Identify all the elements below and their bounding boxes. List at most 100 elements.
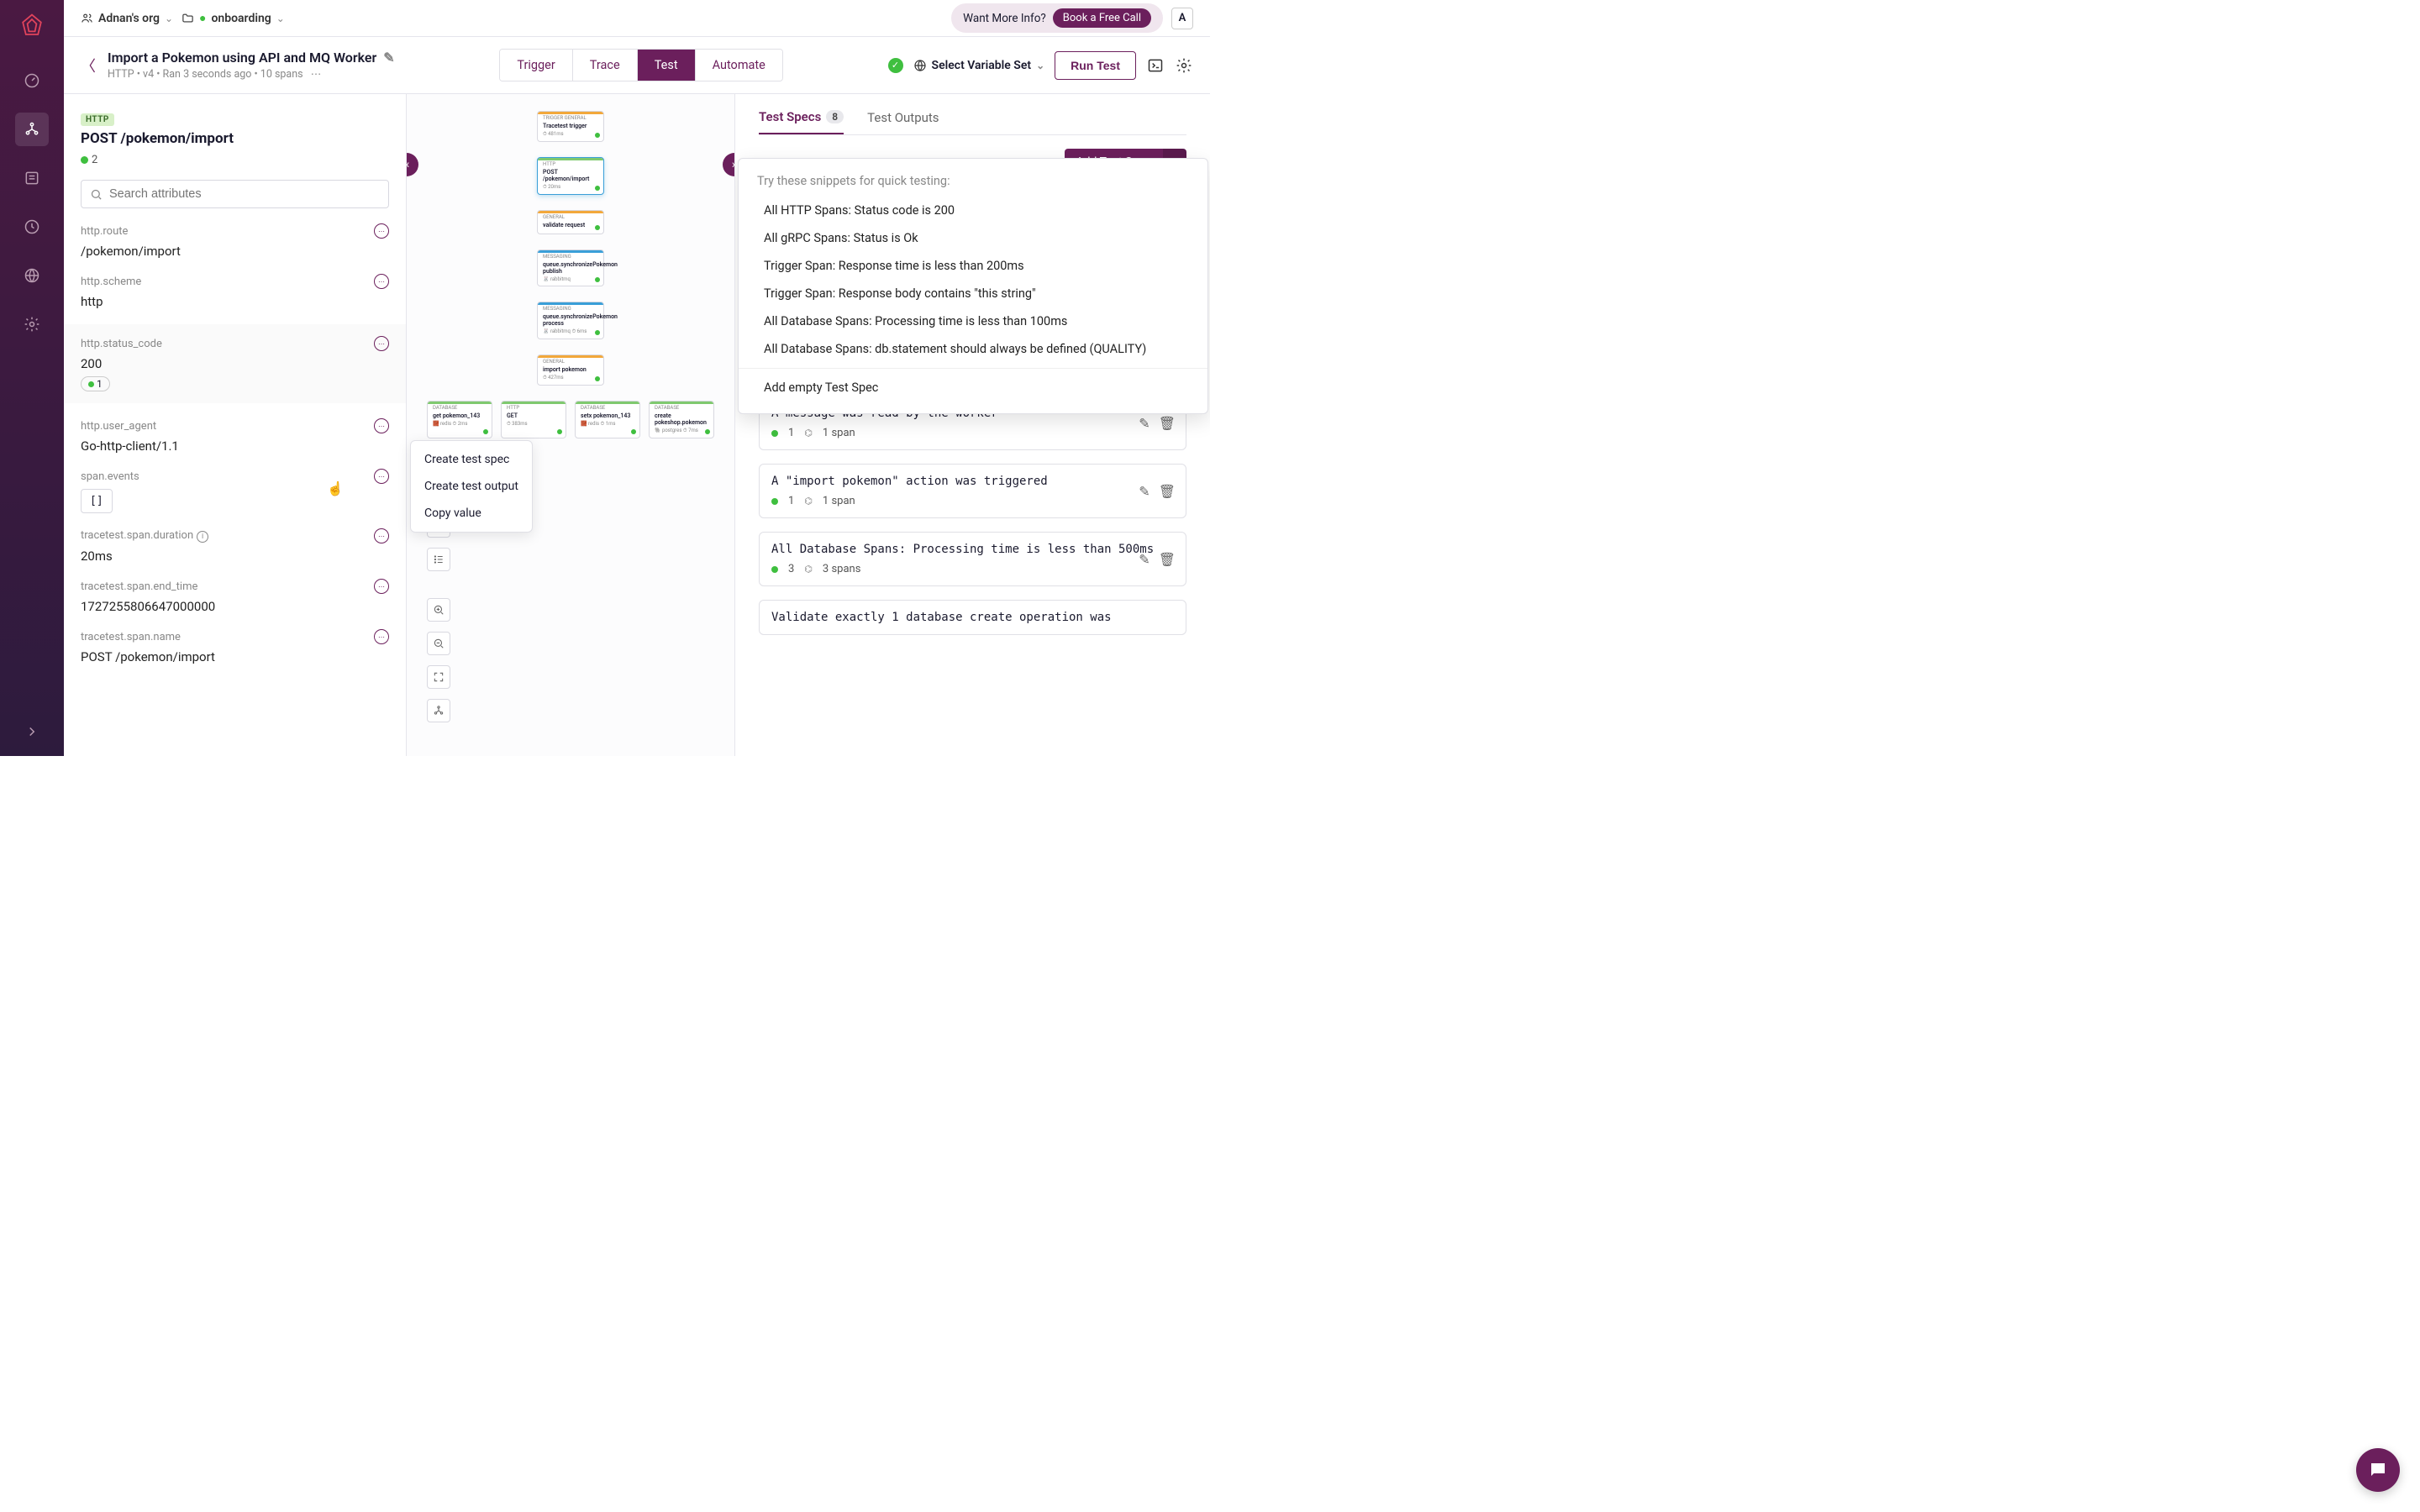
nav-dashboard-icon[interactable] xyxy=(15,64,49,97)
sidebar-expand-button[interactable] xyxy=(24,724,39,739)
relayout-icon[interactable] xyxy=(427,699,450,722)
trace-node-leaf[interactable]: DATABASEcreate pokeshop.pokemon🐘 postgre… xyxy=(649,401,714,438)
attr-span-name: tracetest.span.name⋯ POST /pokemon/impor… xyxy=(81,629,389,664)
attr-span-end-time: tracetest.span.end_time⋯ 172725580664700… xyxy=(81,579,389,614)
tab-trace[interactable]: Trace xyxy=(573,50,638,81)
nav-tests-icon[interactable] xyxy=(15,113,49,146)
info-pill: Want More Info? Book a Free Call xyxy=(951,3,1163,33)
test-subtitle: HTTP • v4 • Ran 3 seconds ago • 10 spans… xyxy=(108,67,395,81)
trace-node-http[interactable]: HTTPPOST /pokemon/import⏱ 20ms xyxy=(537,157,604,195)
trace-node-leaf[interactable]: DATABASEsetx pokemon_143🧱 redis ⏱ 1ms xyxy=(575,401,640,438)
nav-suites-icon[interactable] xyxy=(15,161,49,195)
add-spec-dropdown: Try these snippets for quick testing: Al… xyxy=(738,158,1208,414)
snippet-item[interactable]: All gRPC Spans: Status is Ok xyxy=(739,224,1207,252)
snippet-item[interactable]: All HTTP Spans: Status code is 200 xyxy=(739,197,1207,224)
spec-card[interactable]: A "import pokemon" action was triggered … xyxy=(759,464,1186,518)
zoom-out-icon[interactable] xyxy=(427,632,450,655)
ctx-copy-value[interactable]: Copy value xyxy=(411,500,532,527)
attr-http-scheme: http.scheme⋯ http xyxy=(81,274,389,309)
tab-test-outputs[interactable]: Test Outputs xyxy=(867,109,939,134)
ctx-create-test-spec[interactable]: Create test spec xyxy=(411,446,532,473)
nav-environments-icon[interactable] xyxy=(15,259,49,292)
delete-spec-icon[interactable]: 🗑 xyxy=(1159,483,1176,499)
trace-tree: TRIGGER GENERALTracetest trigger⏱ 481ms … xyxy=(419,111,722,438)
edit-spec-icon[interactable]: ✎ xyxy=(1139,551,1150,567)
tab-automate[interactable]: Automate xyxy=(696,50,782,81)
add-empty-spec-item[interactable]: Add empty Test Spec xyxy=(739,374,1207,402)
back-arrow-icon[interactable]: 〈 xyxy=(81,55,96,76)
attr-menu-button[interactable]: ⋯ xyxy=(374,629,389,644)
tab-test-specs[interactable]: Test Specs8 xyxy=(759,109,844,134)
delete-spec-icon[interactable]: 🗑 xyxy=(1159,551,1176,567)
snippet-item[interactable]: All Database Spans: db.statement should … xyxy=(739,335,1207,363)
trace-node[interactable]: MESSAGINGqueue.synchronizePokemon proces… xyxy=(537,302,604,339)
graph-list-icon[interactable] xyxy=(427,548,450,571)
variable-set-selector[interactable]: Select Variable Set ⌄ xyxy=(913,59,1045,72)
collapse-left-button[interactable]: « xyxy=(407,153,418,176)
span-attributes-panel: HTTP POST /pokemon/import 2 http.route⋯ … xyxy=(64,94,407,756)
book-call-button[interactable]: Book a Free Call xyxy=(1053,8,1151,28)
search-icon xyxy=(90,188,103,201)
tab-test[interactable]: Test xyxy=(638,50,696,81)
trace-graph-panel[interactable]: « » TRIGGER GENERALTracetest trigger⏱ 48… xyxy=(407,94,734,756)
user-icon xyxy=(81,12,93,24)
status-ok-icon: ✓ xyxy=(888,58,903,73)
trace-node[interactable]: GENERALimport pokemon⏱ 427ms xyxy=(537,354,604,386)
trace-node-root[interactable]: TRIGGER GENERALTracetest trigger⏱ 481ms xyxy=(537,111,604,142)
user-avatar[interactable]: A xyxy=(1171,8,1193,29)
breadcrumb-bar: Adnan's org ⌄ ● onboarding ⌄ Want More I… xyxy=(64,0,1210,37)
run-test-button[interactable]: Run Test xyxy=(1055,51,1136,80)
nav-history-icon[interactable] xyxy=(15,210,49,244)
snippet-item[interactable]: Trigger Span: Response time is less than… xyxy=(739,252,1207,280)
edit-spec-icon[interactable]: ✎ xyxy=(1139,415,1150,431)
mode-tabs: Trigger Trace Test Automate xyxy=(499,49,783,81)
test-title: Import a Pokemon using API and MQ Worker… xyxy=(108,50,395,66)
fullscreen-icon[interactable] xyxy=(427,665,450,689)
attr-context-menu: Create test spec Create test output Copy… xyxy=(410,440,533,533)
snippet-item[interactable]: Trigger Span: Response body contains "th… xyxy=(739,280,1207,307)
edit-title-icon[interactable]: ✎ xyxy=(383,50,394,66)
http-badge: HTTP xyxy=(81,113,114,126)
attr-menu-button[interactable]: ⋯ xyxy=(374,528,389,543)
attr-menu-button[interactable]: ⋯ xyxy=(374,336,389,351)
console-icon[interactable] xyxy=(1146,56,1165,75)
test-specs-panel: Test Specs8 Test Outputs 8 specs passed … xyxy=(734,94,1210,756)
status-dot: ● xyxy=(199,11,206,25)
attr-http-user-agent: http.user_agent⋯ Go-http-client/1.1 xyxy=(81,418,389,454)
project-crumb[interactable]: ● onboarding ⌄ xyxy=(182,11,285,25)
spec-card[interactable]: All Database Spans: Processing time is l… xyxy=(759,532,1186,586)
globe-icon xyxy=(913,59,927,72)
org-crumb[interactable]: Adnan's org ⌄ xyxy=(81,12,173,25)
trace-node-leaf[interactable]: DATABASEget pokemon_143🧱 redis ⏱ 2ms xyxy=(427,401,492,438)
assertion-badge: 1 xyxy=(81,376,110,391)
trace-node-leaf[interactable]: HTTPGET⏱ 383ms xyxy=(501,401,566,438)
nav-settings-icon[interactable] xyxy=(15,307,49,341)
ctx-create-test-output[interactable]: Create test output xyxy=(411,473,532,500)
snippet-item[interactable]: All Database Spans: Processing time is l… xyxy=(739,307,1207,335)
attr-menu-button[interactable]: ⋯ xyxy=(374,274,389,289)
attr-menu-button[interactable]: ⋯ xyxy=(374,579,389,594)
attr-span-duration: tracetest.span.durationi⋯ 20ms xyxy=(81,528,389,564)
chevron-down-icon: ⌄ xyxy=(165,13,173,24)
cursor-icon: ☝ xyxy=(327,480,344,496)
attr-http-route: http.route⋯ /pokemon/import xyxy=(81,223,389,259)
collapse-right-button[interactable]: » xyxy=(723,153,734,176)
attr-menu-button[interactable]: ⋯ xyxy=(374,469,389,484)
delete-spec-icon[interactable]: 🗑 xyxy=(1159,415,1176,431)
trace-node[interactable]: MESSAGINGqueue.synchronizePokemon publis… xyxy=(537,249,604,286)
attr-menu-button[interactable]: ⋯ xyxy=(374,418,389,433)
spec-card[interactable]: Validate exactly 1 database create opera… xyxy=(759,600,1186,635)
span-title: POST /pokemon/import xyxy=(81,130,389,147)
folder-icon xyxy=(182,12,194,24)
trace-node[interactable]: GENERALvalidate request xyxy=(537,210,604,234)
attr-http-status-code: http.status_code⋯ 200 1 xyxy=(64,324,406,403)
tab-trigger[interactable]: Trigger xyxy=(500,50,572,81)
zoom-in-icon[interactable] xyxy=(427,598,450,622)
app-logo xyxy=(17,12,47,42)
search-attributes-input[interactable] xyxy=(81,180,389,208)
test-header: 〈 Import a Pokemon using API and MQ Work… xyxy=(64,37,1210,94)
chat-fab[interactable] xyxy=(2356,1448,2400,1492)
gear-icon[interactable] xyxy=(1175,56,1193,75)
attr-menu-button[interactable]: ⋯ xyxy=(374,223,389,239)
edit-spec-icon[interactable]: ✎ xyxy=(1139,483,1150,499)
